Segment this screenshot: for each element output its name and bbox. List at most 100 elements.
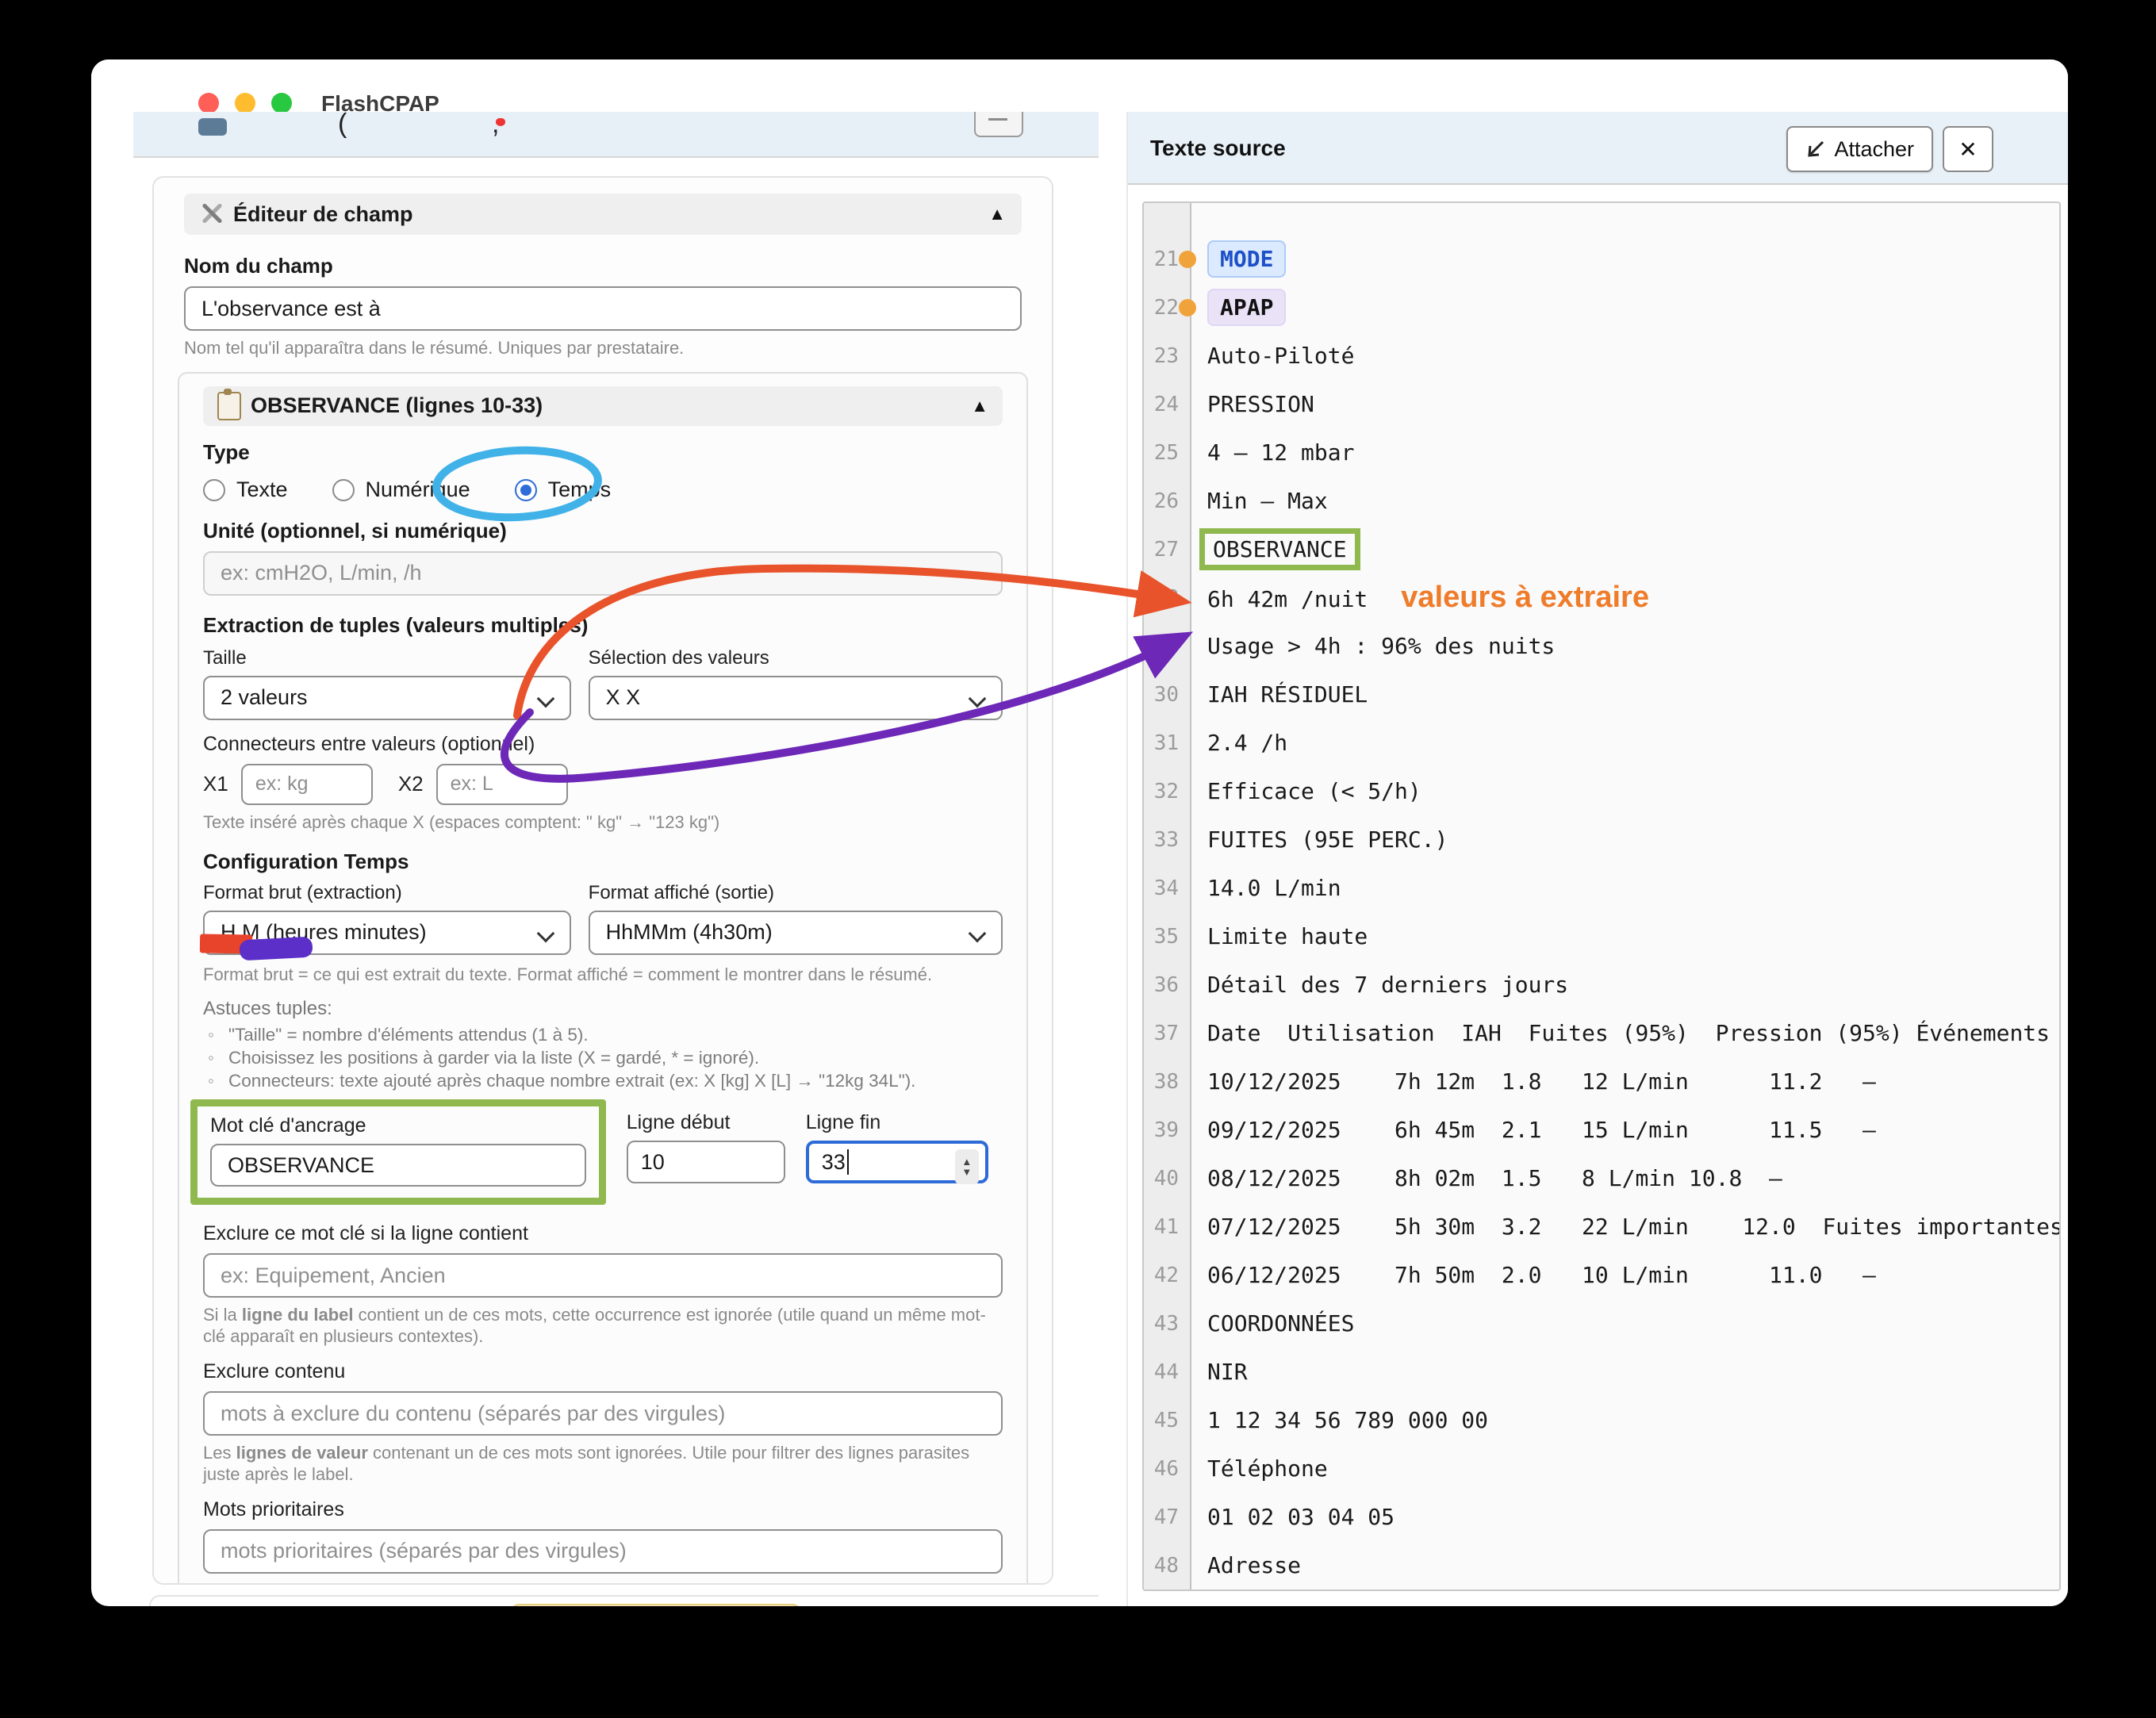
line-end-input[interactable]: 33 ▲▼ [806, 1141, 988, 1183]
clipped-button[interactable] [974, 112, 1023, 137]
observance-section-title: OBSERVANCE (lignes 10-33) [251, 393, 543, 418]
source-code-viewer[interactable]: 21MODE22APAP23Auto-Piloté24PRESSION254 –… [1142, 201, 2061, 1591]
anchor-label: Mot clé d'ancrage [210, 1114, 586, 1137]
line-text: Efficace (< 5/h) [1207, 778, 1421, 804]
line-text: 14.0 L/min [1207, 875, 1341, 901]
keyword-badge: MODE [1207, 240, 1286, 278]
minimize-window-button[interactable] [235, 93, 255, 113]
chevron-down-icon [969, 690, 987, 708]
close-window-button[interactable] [198, 93, 219, 113]
line-text: Auto-Piloté [1207, 343, 1354, 369]
radio-circle [515, 479, 537, 501]
line-start-label: Ligne début [627, 1111, 785, 1134]
line-number: 25 [1144, 441, 1190, 465]
green-highlight-box: OBSERVANCE [1199, 528, 1360, 570]
line-start-input[interactable]: 10 [627, 1141, 785, 1183]
source-line: 33FUITES (95E PERC.) [1144, 815, 2059, 864]
line-text: IAH RÉSIDUEL [1207, 681, 1368, 708]
source-line: 312.4 /h [1144, 719, 2059, 767]
source-line: 44NIR [1144, 1348, 2059, 1396]
line-number: 38 [1144, 1070, 1190, 1094]
line-number: 43 [1144, 1312, 1190, 1336]
source-line: 23 Auto-Piloté [1144, 332, 2059, 380]
source-line: 37 Date Utilisation IAH Fuites (95%) Pres… [1144, 1009, 2059, 1057]
line-text: COORDONNÉES [1207, 1310, 1354, 1336]
tip-item: ◦"Taille" = nombre d'éléments attendus (… [208, 1025, 1003, 1045]
number-stepper[interactable]: ▲▼ [955, 1149, 979, 1184]
source-line: 286h 42m /nuitvaleurs à extraire [1144, 573, 2059, 622]
line-text: FUITES (95E PERC.) [1207, 826, 1448, 853]
exclude-keyword-label: Exclure ce mot clé si la ligne contient [203, 1222, 1003, 1245]
source-panel-title: Texte source [1150, 136, 1286, 161]
line-number: 32 [1144, 780, 1190, 803]
exclude-keyword-help: Si la ligne du label contient un de ces … [203, 1305, 1003, 1348]
line-number: 45 [1144, 1409, 1190, 1432]
orange-dot-marker [1179, 299, 1196, 316]
collapse-icon[interactable]: ▲ [971, 396, 988, 416]
size-select[interactable]: 2 valeurs [203, 676, 571, 720]
line-number: 46 [1144, 1457, 1190, 1481]
radio-circle [332, 479, 355, 501]
attach-arrow-icon [1805, 139, 1826, 159]
clipboard-icon [217, 392, 241, 420]
line-text: 08/12/2025 8h 02m 1.5 8 L/min 10.8 – [1207, 1165, 1782, 1191]
field-name-label: Nom du champ [184, 254, 1022, 278]
app-window: FlashCPAP ( , Éditeur de champ ▲ Nom du … [91, 59, 2068, 1606]
exclude-content-input[interactable]: mots à exclure du contenu (séparés par d… [203, 1391, 1003, 1436]
connector-x1-input[interactable]: ex: kg [241, 764, 373, 805]
field-editor-header[interactable]: Éditeur de champ ▲ [184, 194, 1022, 235]
chevron-down-icon [536, 690, 554, 708]
line-text: OBSERVANCE [1207, 536, 1360, 562]
support-button[interactable]: Soutenir FlashCPAP ☕ ❤ [511, 1604, 800, 1606]
radio-numerique[interactable]: Numérique [332, 477, 470, 502]
zoom-window-button[interactable] [271, 93, 292, 113]
source-line: 46Téléphone [1144, 1444, 2059, 1493]
source-text-panel: Texte source Attacher ✕ 21MODE22APAP23Au… [1126, 112, 2068, 1606]
line-number: 40 [1144, 1167, 1190, 1191]
attach-button[interactable]: Attacher [1786, 126, 1933, 172]
source-line: 4701 02 03 04 05 [1144, 1493, 2059, 1541]
exclude-content-label: Exclure contenu [203, 1360, 1003, 1383]
raw-format-select[interactable]: H M (heures minutes) [203, 911, 571, 955]
keyword-badge: APAP [1207, 289, 1286, 326]
line-end-col: Ligne fin 33 ▲▼ [806, 1099, 988, 1183]
connectors-row: X1 ex: kg X2 ex: L [203, 764, 1003, 805]
tools-icon [200, 202, 224, 226]
anchor-input[interactable]: OBSERVANCE [210, 1144, 586, 1187]
line-text: 06/12/2025 7h 50m 2.0 10 L/min 11.0 – [1207, 1262, 1876, 1288]
line-number: 44 [1144, 1360, 1190, 1384]
collapse-icon[interactable]: ▲ [988, 204, 1006, 224]
line-number: 23 [1144, 344, 1190, 368]
line-number: 37 [1144, 1022, 1190, 1045]
line-text: Date Utilisation IAH Fuites (95%) Pressi… [1207, 1020, 2050, 1046]
format-help: Format brut = ce qui est extrait du text… [203, 964, 1003, 986]
source-line: 254 – 12 mbar [1144, 428, 2059, 477]
unit-input: ex: cmH2O, L/min, /h [203, 551, 1003, 596]
source-line: 48Adresse [1144, 1541, 2059, 1590]
source-line: 3810/12/2025 7h 12m 1.8 12 L/min 11.2 – [1144, 1057, 2059, 1106]
connector-x2-input[interactable]: ex: L [436, 764, 568, 805]
priority-words-help: Parmi plusieurs valeurs candidates, préf… [203, 1581, 1003, 1585]
field-name-input[interactable]: L'observance est à [184, 286, 1022, 331]
radio-texte[interactable]: Texte [203, 477, 288, 502]
display-format-label: Format affiché (sortie) [589, 882, 1003, 904]
connectors-help: Texte inséré après chaque X (espaces com… [203, 812, 1003, 834]
source-line: 27 OBSERVANCE [1144, 525, 2059, 573]
source-line: 21MODE [1144, 235, 2059, 283]
radio-temps[interactable]: Temps [515, 477, 612, 502]
orange-note-annotation: valeurs à extraire [1401, 581, 1649, 614]
line-number: 27 [1144, 538, 1190, 562]
line-number: 24 [1144, 393, 1190, 416]
tips-list: ◦"Taille" = nombre d'éléments attendus (… [208, 1025, 1003, 1091]
connector-x2-label: X2 [398, 772, 424, 796]
line-text: Min – Max [1207, 488, 1328, 514]
priority-words-input[interactable]: mots prioritaires (séparés par des virgu… [203, 1529, 1003, 1574]
text-caret [847, 1149, 849, 1175]
observance-section-header[interactable]: OBSERVANCE (lignes 10-33) ▲ [203, 386, 1003, 426]
display-format-select[interactable]: HhMMm (4h30m) [589, 911, 1003, 955]
line-number: 42 [1144, 1264, 1190, 1287]
exclude-keyword-input[interactable]: ex: Equipement, Ancien [203, 1253, 1003, 1298]
selection-select[interactable]: X X [589, 676, 1003, 720]
line-text: Adresse [1207, 1552, 1301, 1578]
close-panel-button[interactable]: ✕ [1943, 126, 1993, 172]
